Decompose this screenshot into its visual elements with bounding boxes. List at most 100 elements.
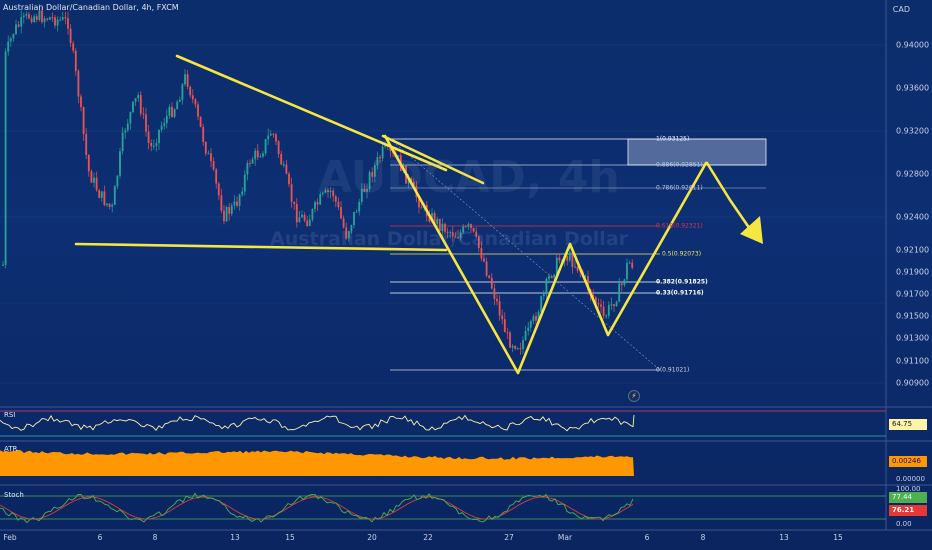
candle-body [100, 191, 103, 198]
candle-body [493, 288, 496, 299]
candle-body [306, 220, 309, 226]
candle-body [511, 345, 514, 348]
candle-body [241, 191, 244, 195]
candle-body [129, 112, 132, 124]
lightning-icon[interactable]: ⚡ [628, 390, 640, 402]
candle-body [2, 264, 4, 266]
candle-body [600, 304, 602, 307]
price-label: 0.91300 [896, 333, 930, 343]
atr-label[interactable]: ATR [4, 445, 17, 453]
candle-body [353, 211, 355, 226]
candle-body [7, 41, 10, 52]
candle-body [67, 18, 69, 29]
candle-body [155, 143, 158, 146]
candle-body [303, 214, 306, 221]
candle-body [54, 17, 56, 26]
candle-body [269, 133, 272, 136]
stoch-pane [0, 492, 886, 524]
candle-body [217, 183, 220, 196]
candle-body [111, 204, 114, 207]
candle-body [223, 210, 225, 222]
candle-body [12, 34, 15, 39]
candle-body [532, 316, 535, 322]
projection-arrow-line [705, 161, 754, 234]
candle-body [503, 319, 506, 333]
chart-canvas[interactable] [0, 0, 932, 550]
candle-body [623, 279, 626, 285]
time-label: 8 [152, 533, 158, 542]
rsi-label[interactable]: RSI [4, 411, 15, 419]
candle-body [85, 133, 88, 155]
candle-body [25, 14, 28, 16]
candle-body [254, 150, 257, 160]
candle-body [342, 218, 345, 228]
candle-body [522, 340, 524, 350]
time-label: 20 [367, 533, 377, 542]
candle-body [15, 24, 17, 35]
candle-body [126, 123, 129, 131]
candle-body [490, 277, 493, 289]
candle-body [516, 348, 519, 350]
candle-body [628, 262, 631, 264]
candle-body [535, 316, 537, 321]
candle-body [113, 186, 116, 205]
candle-body [22, 15, 25, 17]
candle-body [550, 275, 553, 278]
price-label: 0.90900 [896, 378, 930, 388]
price-label: 0.92400 [896, 212, 930, 222]
candle-body [506, 332, 509, 334]
candle-body [467, 224, 470, 227]
candle-body [43, 18, 46, 23]
candle-body [199, 116, 202, 127]
candle-body [620, 283, 623, 285]
candle-body [98, 190, 101, 198]
fib-label-033: 0.33(0.91716) [656, 289, 704, 297]
candle-body [488, 275, 491, 278]
candle-body [501, 315, 504, 320]
candle-body [293, 201, 296, 204]
candle-body [74, 50, 77, 72]
fib-label-1: 1(0.93125) [656, 135, 690, 143]
candle-body [51, 17, 54, 19]
candle-body [178, 100, 181, 102]
watermark-name: Australian Dollar/Canadian Dollar [270, 228, 629, 250]
candle-body [358, 201, 361, 212]
time-label: 13 [779, 533, 789, 542]
time-label: 6 [644, 533, 650, 542]
candle-body [95, 177, 98, 191]
stoch-scale-bottom: 0.00 [896, 520, 912, 528]
candle-body [35, 16, 38, 20]
atr-value-badge: 0.00246 [889, 456, 927, 467]
fib-label-0618: 0.618(0.92321) [656, 222, 703, 230]
candle-body [142, 113, 145, 115]
candle-body [93, 177, 95, 183]
atr-scale: 0.00000 [896, 475, 925, 483]
candle-body [485, 261, 488, 276]
candle-body [124, 130, 127, 133]
candle-body [106, 203, 108, 206]
candle-body [160, 125, 163, 130]
candle-body [173, 109, 176, 117]
fib-label-0886: 0.886(0.92851) [656, 161, 703, 169]
candle-body [230, 205, 233, 214]
candle-body [80, 96, 82, 108]
candle-body [132, 101, 134, 113]
candle-body [558, 257, 561, 261]
candle-body [267, 135, 270, 140]
candle-body [204, 141, 207, 154]
candle-body [225, 207, 228, 222]
candle-body [121, 132, 124, 152]
symbol-title[interactable]: Australian Dollar/Canadian Dollar, 4h, F… [3, 3, 179, 12]
candle-body [272, 133, 275, 135]
candle-body [210, 153, 212, 162]
candle-body [607, 304, 610, 316]
candle-body [298, 217, 301, 223]
price-label: 0.93200 [896, 126, 930, 136]
stoch-label[interactable]: Stoch [4, 491, 24, 499]
candle-body [189, 86, 192, 96]
candle-body [311, 209, 314, 220]
time-label: 27 [504, 533, 514, 542]
time-label: 15 [833, 533, 843, 542]
candle-body [243, 174, 246, 192]
candle-body [116, 175, 119, 187]
